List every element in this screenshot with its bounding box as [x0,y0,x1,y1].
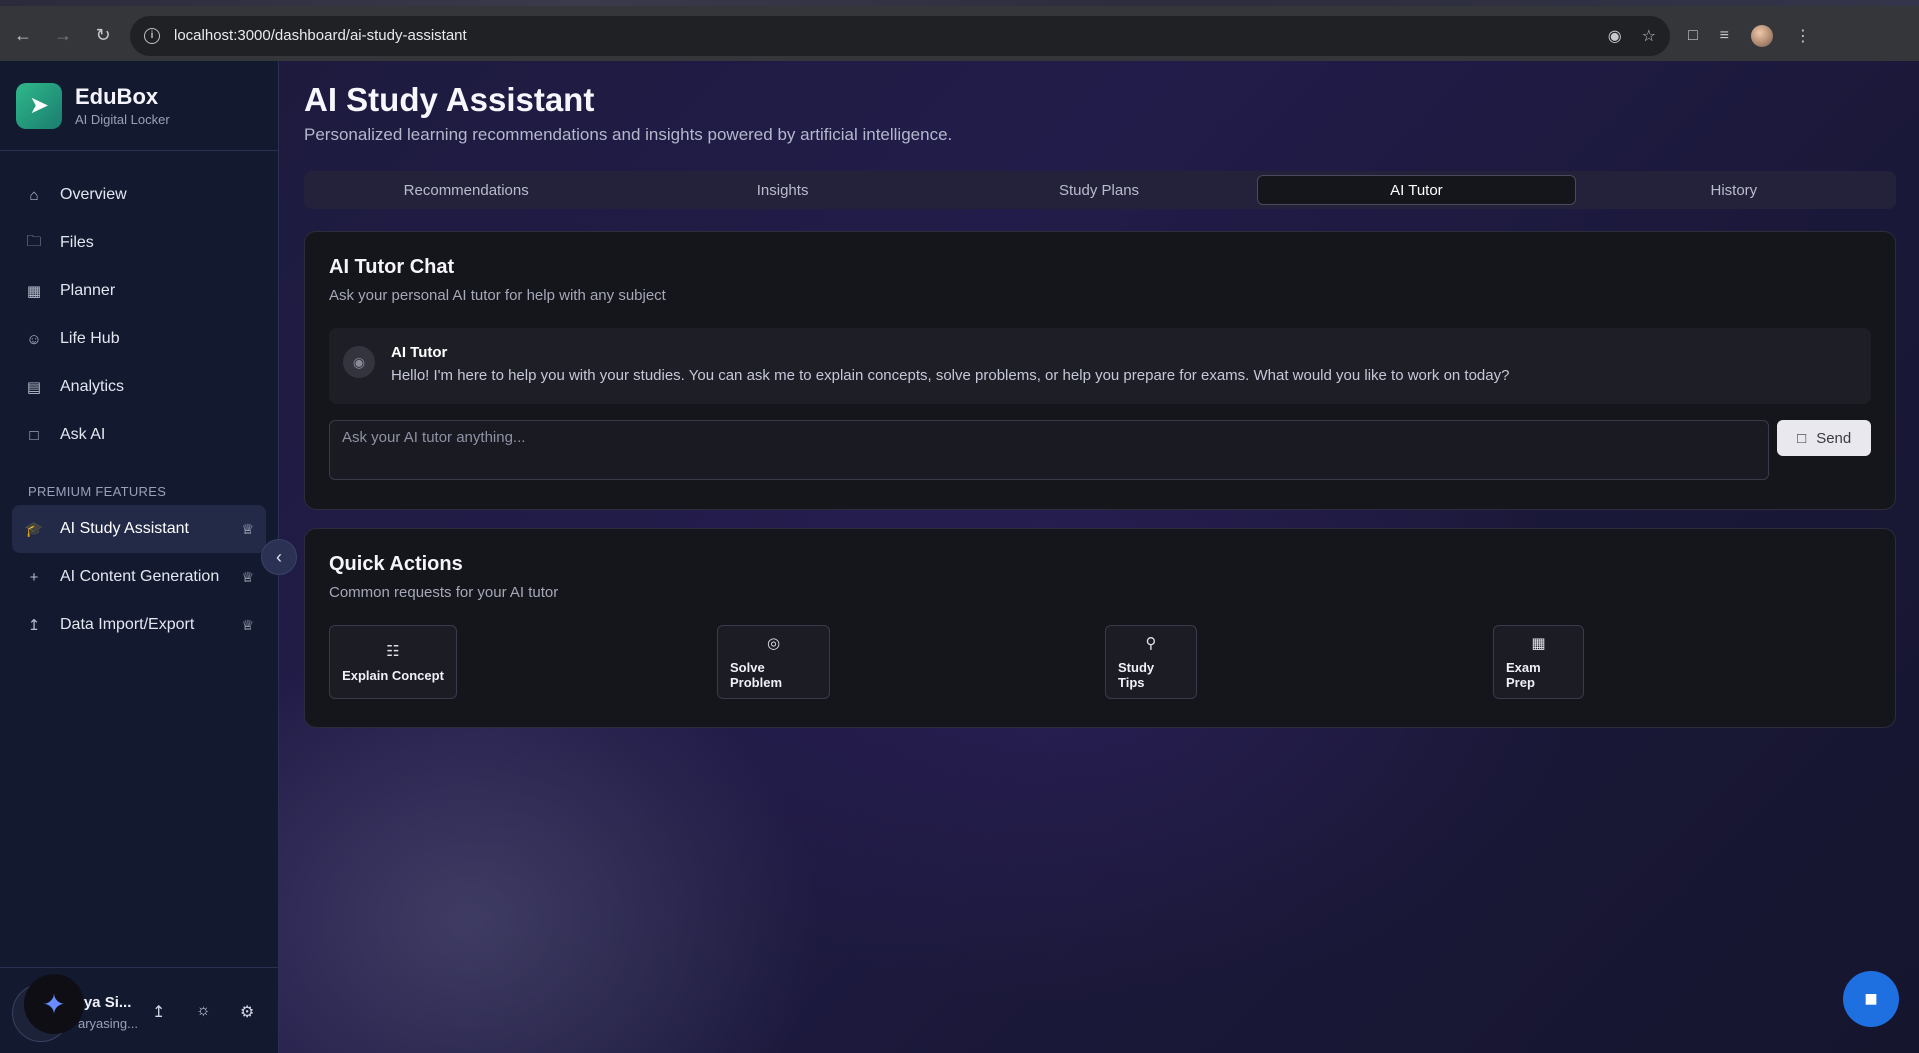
exam-prep-button[interactable]: ▦ Exam Prep [1493,625,1584,699]
tab-recommendations[interactable]: Recommendations [308,175,624,205]
target-icon: ◎ [766,635,781,652]
users-icon: ☺ [26,330,42,348]
tab-history[interactable]: History [1576,175,1892,205]
main-content: AI Study Assistant Personalized learning… [304,61,1896,728]
lightbulb-icon: ⚲ [1145,635,1157,652]
tab-bar: Recommendations Insights Study Plans AI … [304,171,1896,209]
sidebar-item-analytics[interactable]: ▤ Analytics [0,363,278,411]
edubox-logo-icon: ➤ [16,82,62,129]
sidebar-item-files[interactable]: 🗀 Files [0,219,278,267]
sidebar-item-label: AI Study Assistant [60,520,189,537]
url-text: localhost:3000/dashboard/ai-study-assist… [174,27,467,44]
address-bar[interactable]: i localhost:3000/dashboard/ai-study-assi… [130,15,1670,56]
sidebar-item-data-import-export[interactable]: ↥ Data Import/Export ♕ [0,601,278,649]
tab-ai-tutor[interactable]: AI Tutor [1257,175,1576,205]
folder-icon: 🗀 [26,232,42,250]
gear-icon[interactable]: ⚙ [240,1002,254,1022]
forward-icon[interactable]: → [46,19,80,53]
sun-icon[interactable]: ☼ [196,1002,211,1020]
message-text: Hello! I'm here to help you with your st… [391,367,1510,384]
back-icon[interactable]: ← [6,19,40,53]
send-label: Send [1816,429,1852,447]
ai-tutor-chat-card: AI Tutor Chat Ask your personal AI tutor… [304,231,1896,510]
card-title: Quick Actions [329,553,463,575]
sidebar-item-label: Overview [60,186,127,203]
quick-action-label: Explain Concept [342,667,444,683]
quick-action-label: Study Tips [1118,660,1155,690]
brand[interactable]: ➤ EduBox AI Digital Locker [0,61,278,151]
premium-section-label: PREMIUM FEATURES [28,483,167,499]
crown-icon: ♕ [241,520,254,537]
chat-input[interactable] [329,420,1770,480]
chatbot-fab-button[interactable]: ■ [1843,971,1899,1027]
sidebar-item-ask-ai[interactable]: □ Ask AI [0,411,278,459]
page-title: AI Study Assistant [304,81,595,118]
user-name: rya Si... [78,994,132,1011]
message-icon: □ [1797,429,1807,447]
crown-icon: ♕ [241,568,254,585]
sidebar-item-label: Ask AI [60,426,106,443]
kite-icon[interactable]: ✦ [24,974,84,1034]
chevron-left-icon: ‹ [276,546,282,567]
quick-action-label: Exam Prep [1506,660,1541,690]
profile-avatar-icon[interactable] [1751,24,1774,47]
eye-off-icon[interactable]: ◉ [1608,26,1622,46]
card-subtitle: Ask your personal AI tutor for help with… [329,287,666,304]
crown-icon: ♕ [241,616,254,633]
browser-toolbar: ← → ↻ i localhost:3000/dashboard/ai-stud… [0,6,1919,66]
chat-message: ◉ AI Tutor Hello! I'm here to help you w… [329,328,1871,404]
sidebar-item-label: AI Content Generation [60,568,220,585]
page-subtitle: Personalized learning recommendations an… [304,125,953,144]
message-icon: □ [29,426,39,444]
site-info-icon[interactable]: i [144,27,160,44]
app-container: ➤ EduBox AI Digital Locker ⌂ Overview 🗀 … [0,61,1919,1053]
sidebar-item-label: Life Hub [60,330,120,347]
upload-icon: ↥ [27,617,41,634]
menu-dots-icon[interactable]: ⋮ [1795,26,1811,46]
tab-study-plans[interactable]: Study Plans [941,175,1257,205]
sidebar-item-label: Files [60,234,94,251]
sidebar-item-ai-content-generation[interactable]: + AI Content Generation ♕ [0,553,278,601]
sidebar-footer: ✦ rya Si... aryasing... ↥ ☼ ⚙ [0,967,279,1053]
study-tips-button[interactable]: ⚲ Study Tips [1105,625,1197,699]
calendar-icon: ▦ [1531,635,1546,652]
home-icon: ⌂ [29,186,39,204]
sidebar-item-life-hub[interactable]: ☺ Life Hub [0,315,278,363]
sidebar: ➤ EduBox AI Digital Locker ⌂ Overview 🗀 … [0,61,279,1053]
user-email: aryasing... [78,1016,138,1031]
card-title: AI Tutor Chat [329,256,455,278]
sidebar-nav: ⌂ Overview 🗀 Files ▦ Planner ☺ Life Hub … [0,151,278,649]
brand-subtitle: AI Digital Locker [75,112,170,127]
graduation-cap-icon: 🎓 [24,521,44,538]
sidebar-item-label: Analytics [60,378,125,395]
bot-avatar-icon: ◉ [343,346,375,378]
bar-chart-icon: ▤ [26,379,42,396]
star-icon[interactable]: ☆ [1642,26,1656,46]
sidebar-item-planner[interactable]: ▦ Planner [0,267,278,315]
extensions-icon[interactable]: □ [1688,27,1698,45]
reload-icon[interactable]: ↻ [86,19,120,53]
sidebar-item-overview[interactable]: ⌂ Overview [0,171,278,219]
card-subtitle: Common requests for your AI tutor [329,584,559,601]
calendar-icon: ▦ [26,283,42,300]
collapse-sidebar-button[interactable]: ‹ [261,539,297,575]
quick-actions-card: Quick Actions Common requests for your A… [304,528,1896,728]
tab-insights[interactable]: Insights [624,175,940,205]
sidebar-item-label: Data Import/Export [60,616,195,633]
sidebar-item-ai-study-assistant[interactable]: 🎓 AI Study Assistant ♕ [12,505,266,553]
book-icon: ☷ [386,642,400,660]
send-button[interactable]: □ Send [1777,420,1871,456]
sidebar-item-label: Planner [60,282,116,299]
plus-icon: + [29,568,39,586]
upload-icon[interactable]: ↥ [152,1002,165,1022]
tab-search-icon[interactable]: ≡ [1720,27,1729,45]
bot-icon: ■ [1864,986,1878,1011]
brand-name: EduBox [75,84,159,109]
explain-concept-button[interactable]: ☷ Explain Concept [329,625,457,699]
solve-problem-button[interactable]: ◎ Solve Problem [717,625,830,699]
quick-action-label: Solve Problem [730,660,783,690]
message-author: AI Tutor [391,344,448,361]
